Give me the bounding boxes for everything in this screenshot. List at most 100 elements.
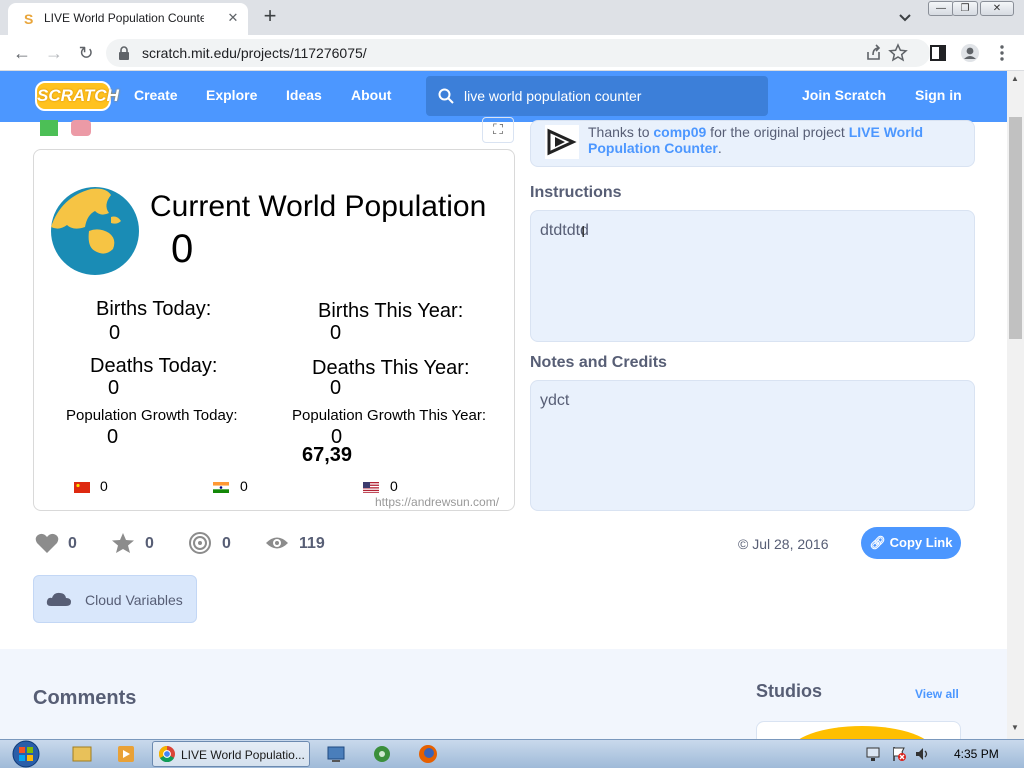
fullscreen-button[interactable]: ⛶: [482, 117, 514, 143]
tab-search-chevron-icon[interactable]: [896, 8, 914, 26]
copy-link-button[interactable]: 🔗︎ Copy Link: [861, 527, 961, 559]
reload-icon[interactable]: ↻: [74, 41, 98, 65]
growth-today-label: Population Growth Today:: [66, 407, 238, 424]
tab-close-icon[interactable]: ✕: [224, 9, 242, 27]
restore-button[interactable]: ❐: [952, 1, 978, 16]
remix-prefix: Thanks to: [588, 124, 654, 140]
china-flag-icon: [74, 482, 90, 493]
views-count: 119: [299, 535, 325, 552]
back-arrow-icon[interactable]: ←: [10, 41, 34, 65]
browser-toolbar: ← → ↻ scratch.mit.edu/projects/117276075…: [0, 35, 1024, 71]
overlay-counter-number: 67,39: [302, 444, 353, 466]
usa-count: 0: [390, 478, 398, 494]
cloud-variables-button[interactable]: Cloud Variables: [33, 575, 197, 623]
remix-count: 0: [222, 535, 231, 552]
studio-thumbnail-icon: [799, 726, 925, 739]
nav-ideas[interactable]: Ideas: [286, 87, 322, 103]
share-icon[interactable]: [864, 43, 884, 63]
nav-about[interactable]: About: [351, 87, 391, 103]
browser-tab-strip: S LIVE World Population Counter o ✕ + — …: [0, 0, 1024, 35]
favorite-star-icon[interactable]: [111, 532, 135, 554]
taskbar-chrome-window[interactable]: LIVE World Populatio...: [152, 741, 310, 767]
green-flag-icon[interactable]: [39, 120, 59, 136]
search-icon: [438, 88, 454, 104]
network-tray-icon[interactable]: [866, 746, 882, 762]
remix-credit-text: Thanks to comp09 for the original projec…: [588, 124, 958, 156]
india-flag-icon: [213, 482, 229, 493]
control-panel-icon[interactable]: [368, 743, 396, 765]
globe-icon: [51, 187, 139, 275]
tab-title: LIVE World Population Counter o: [44, 11, 204, 25]
url-text: scratch.mit.edu/projects/117276075/: [142, 45, 367, 61]
media-player-icon[interactable]: [112, 743, 140, 765]
minimize-button[interactable]: —: [928, 1, 954, 16]
births-year-label: Births This Year:: [318, 300, 464, 322]
sign-in-link[interactable]: Sign in: [915, 87, 962, 103]
profile-avatar-icon[interactable]: [960, 43, 980, 63]
births-today-label: Births Today:: [96, 298, 212, 320]
original-author-link[interactable]: comp09: [653, 124, 706, 140]
forward-arrow-icon[interactable]: →: [42, 41, 66, 65]
instructions-box[interactable]: dtdtdtd Ⅰ: [530, 210, 975, 342]
growth-today-value: 0: [107, 426, 119, 448]
search-bar[interactable]: [426, 76, 768, 116]
text-cursor-icon: Ⅰ: [581, 224, 586, 241]
join-scratch-link[interactable]: Join Scratch: [802, 87, 886, 103]
browser-tab[interactable]: S LIVE World Population Counter o ✕: [8, 3, 248, 35]
remix-credit-box: Thanks to comp09 for the original projec…: [530, 120, 975, 167]
taskbar-chrome-label: LIVE World Populatio...: [181, 748, 305, 762]
remix-spiral-icon[interactable]: [188, 532, 212, 554]
source-url-text: https://andrewsun.com/: [375, 495, 500, 509]
comments-heading: Comments: [33, 687, 137, 709]
file-explorer-icon[interactable]: [68, 743, 96, 765]
chrome-icon: [159, 746, 175, 762]
scroll-up-icon[interactable]: ▲: [1011, 74, 1019, 83]
volume-icon[interactable]: [914, 746, 930, 762]
stop-sign-icon[interactable]: [71, 120, 91, 136]
side-panel-icon[interactable]: [928, 43, 948, 63]
notes-box[interactable]: ydct: [530, 380, 975, 511]
action-center-flag-icon[interactable]: [891, 746, 907, 762]
project-thumbnail-icon: [545, 125, 579, 159]
bookmark-star-icon[interactable]: [888, 43, 908, 63]
scrollbar-thumb[interactable]: [1009, 117, 1022, 339]
nav-create[interactable]: Create: [134, 87, 178, 103]
view-all-studios-link[interactable]: View all: [915, 687, 959, 701]
project-stage[interactable]: Current World Population 0 Births Today:…: [33, 149, 515, 511]
love-heart-icon[interactable]: [35, 532, 59, 554]
chrome-menu-icon[interactable]: [992, 43, 1012, 63]
lock-icon: [119, 46, 129, 60]
births-today-value: 0: [109, 322, 121, 344]
india-count: 0: [240, 478, 248, 494]
views-eye-icon: [266, 537, 288, 549]
cloud-icon: [46, 592, 71, 606]
scratch-navbar: SCRATCH Create Explore Ideas About Join …: [0, 71, 1007, 122]
instructions-heading: Instructions: [530, 184, 622, 201]
nav-explore[interactable]: Explore: [206, 87, 257, 103]
windows-start-icon[interactable]: [6, 740, 46, 768]
usa-flag-icon: [363, 482, 379, 493]
network-app-icon[interactable]: [322, 743, 350, 765]
search-input[interactable]: [464, 86, 754, 106]
stage-title: Current World Population: [150, 190, 487, 223]
address-bar[interactable]: scratch.mit.edu/projects/117276075/: [106, 39, 930, 67]
favorite-count: 0: [145, 535, 154, 552]
population-value: 0: [171, 227, 194, 271]
page-scrollbar[interactable]: ▲ ▼: [1007, 71, 1024, 739]
cloud-variables-label: Cloud Variables: [85, 592, 183, 608]
deaths-today-value: 0: [108, 377, 120, 399]
scratch-logo[interactable]: SCRATCH: [35, 81, 119, 111]
growth-year-label: Population Growth This Year:: [292, 407, 487, 424]
notes-text: ydct: [540, 392, 570, 409]
china-count: 0: [100, 478, 108, 494]
deaths-year-value: 0: [330, 377, 342, 399]
studio-card[interactable]: [756, 721, 961, 739]
scratch-favicon-icon: S: [24, 11, 34, 27]
close-window-button[interactable]: ✕: [980, 1, 1014, 16]
remix-middle: for the original project: [706, 124, 849, 140]
love-count: 0: [68, 535, 77, 552]
new-tab-button[interactable]: +: [259, 5, 281, 28]
studios-heading: Studios: [756, 681, 822, 701]
scroll-down-icon[interactable]: ▼: [1011, 723, 1019, 732]
firefox-icon[interactable]: [414, 743, 442, 765]
